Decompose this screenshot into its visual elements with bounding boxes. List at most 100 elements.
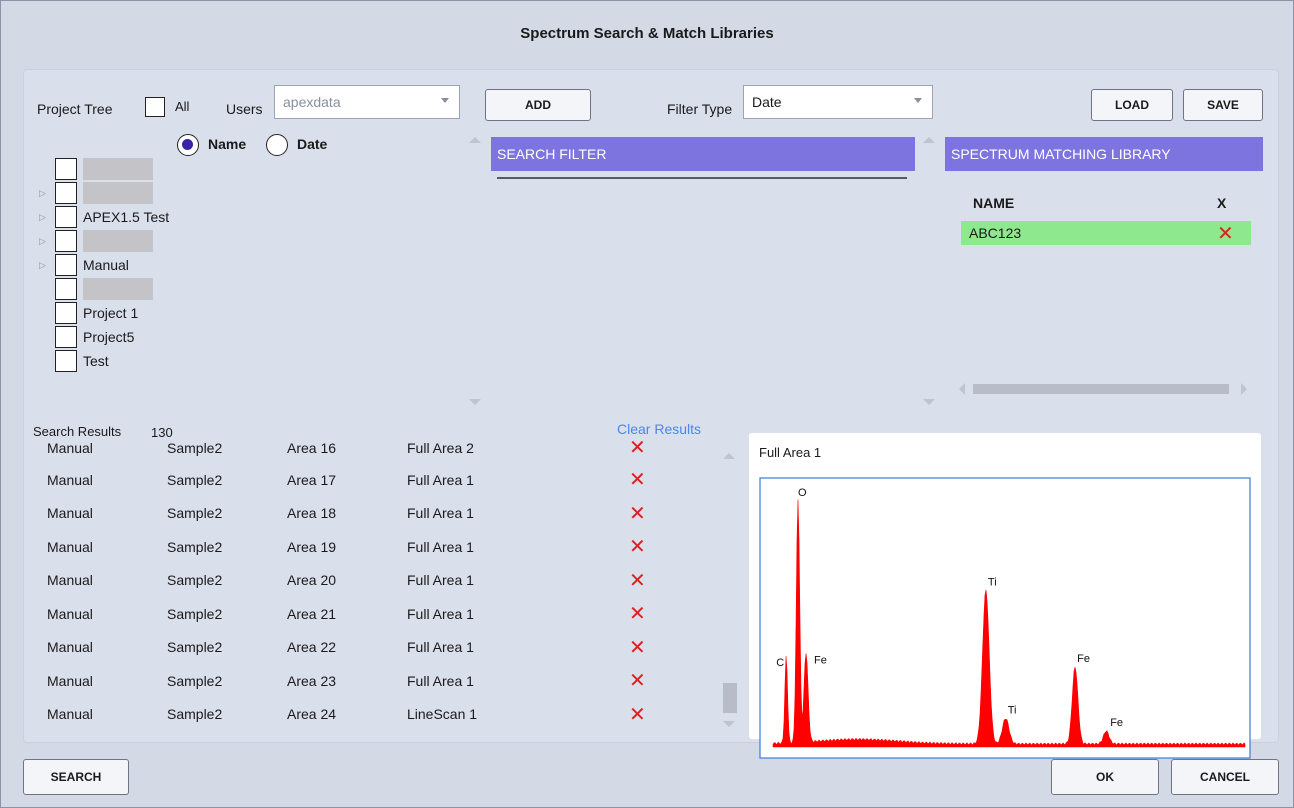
tree-item-checkbox[interactable] [55, 254, 77, 276]
results-row-partial[interactable]: Manual Sample2 Area 16 Full Area 2 ✕ [25, 441, 646, 464]
scroll-left-icon[interactable] [959, 383, 965, 395]
tree-item[interactable]: ▷ APEX1.5 Test [39, 205, 169, 229]
library-col-x: X [1217, 195, 1227, 211]
remove-icon[interactable]: ✕ [629, 568, 646, 593]
cell-field: Full Area 1 [407, 572, 474, 588]
expand-icon[interactable]: ▷ [39, 236, 55, 247]
cell-area: Area 22 [287, 639, 337, 655]
remove-icon[interactable]: ✕ [629, 668, 646, 693]
results-row[interactable]: Manual Sample2 Area 24 LineScan 1 ✕ [25, 698, 646, 731]
tree-item-checkbox[interactable] [55, 182, 77, 204]
scroll-right-icon[interactable] [1241, 383, 1247, 395]
filter-type-dropdown[interactable]: Date [743, 85, 933, 119]
users-value: apexdata [283, 94, 341, 110]
cell-project: Manual [47, 505, 93, 521]
search-filter-divider [497, 177, 907, 179]
cell-area: Area 16 [287, 441, 337, 456]
tree-scroll-down[interactable] [469, 399, 481, 405]
clear-results-link[interactable]: Clear Results [617, 421, 701, 437]
results-row[interactable]: Manual Sample2 Area 22 Full Area 1 ✕ [25, 631, 646, 664]
remove-icon[interactable]: ✕ [629, 702, 646, 727]
cell-area: Area 23 [287, 672, 337, 689]
remove-icon[interactable]: ✕ [629, 441, 646, 460]
tree-item[interactable]: Test [39, 349, 109, 373]
load-button[interactable]: LOAD [1091, 89, 1173, 121]
tree-item[interactable]: ▷ [39, 181, 153, 205]
search-button[interactable]: SEARCH [23, 759, 129, 795]
library-row[interactable]: ABC123 ✕ [961, 221, 1251, 245]
tree-item-checkbox[interactable] [55, 206, 77, 228]
all-checkbox[interactable] [145, 97, 165, 117]
peak-label: Fe [814, 654, 827, 666]
remove-icon[interactable]: ✕ [629, 534, 646, 559]
filter-scroll-up[interactable] [923, 137, 935, 143]
save-button[interactable]: SAVE [1183, 89, 1263, 121]
expand-icon[interactable]: ▷ [39, 260, 55, 271]
add-button[interactable]: ADD [485, 89, 591, 121]
tree-item-label: Manual [83, 257, 129, 273]
filter-type-value: Date [752, 94, 782, 110]
cell-area: Area 19 [287, 538, 337, 555]
tree-item-label: Project5 [83, 329, 135, 345]
tree-item-checkbox[interactable] [55, 326, 77, 348]
remove-icon[interactable]: ✕ [1217, 221, 1234, 246]
cell-sample: Sample2 [167, 538, 223, 555]
peak-label: Ti [988, 576, 997, 588]
results-row[interactable]: Manual Sample2 Area 18 Full Area 1 ✕ [25, 497, 646, 530]
results-row[interactable]: Manual Sample2 Area 19 Full Area 1 ✕ [25, 530, 646, 563]
search-results-label: Search Results [33, 424, 122, 439]
remove-icon[interactable]: ✕ [629, 635, 646, 660]
results-scroll-thumb[interactable] [723, 683, 737, 713]
library-header: SPECTRUM MATCHING LIBRARY [945, 137, 1263, 171]
cell-sample: Sample2 [167, 706, 223, 722]
sort-name-radio[interactable] [177, 134, 199, 156]
chart-title: Full Area 1 [759, 445, 822, 460]
remove-icon[interactable]: ✕ [629, 467, 646, 492]
cell-project: Manual [47, 605, 93, 622]
results-scroll-down[interactable] [723, 721, 735, 727]
plot-frame [759, 477, 1251, 759]
tree-item-checkbox[interactable] [55, 278, 77, 300]
sort-date-radio[interactable] [266, 134, 288, 156]
tree-item-checkbox[interactable] [55, 158, 77, 180]
tree-item[interactable]: ▷ [39, 229, 153, 253]
tree-item[interactable]: Project 1 [39, 301, 138, 325]
tree-item[interactable]: ▷ Manual [39, 253, 129, 277]
filter-scroll-down[interactable] [923, 399, 935, 405]
cell-field: LineScan 1 [407, 706, 478, 722]
tree-item-checkbox[interactable] [55, 350, 77, 372]
redacted-label [83, 182, 153, 204]
library-hscrollbar[interactable] [959, 383, 1249, 395]
dialog-title: Spectrum Search & Match Libraries [520, 25, 774, 42]
tree-item[interactable] [39, 277, 153, 301]
results-row[interactable]: Manual Sample2 Area 20 Full Area 1 ✕ [25, 564, 646, 597]
cell-field: Full Area 1 [407, 471, 474, 488]
results-row[interactable]: Manual Sample2 Area 21 Full Area 1 ✕ [25, 597, 646, 630]
filter-type-label: Filter Type [667, 101, 733, 117]
expand-icon[interactable]: ▷ [39, 188, 55, 199]
scroll-thumb[interactable] [973, 384, 1229, 394]
results-row[interactable]: Manual Sample2 Area 23 Full Area 1 ✕ [25, 664, 646, 697]
users-dropdown[interactable]: apexdata [274, 85, 460, 119]
cell-project: Manual [47, 706, 93, 722]
cell-area: Area 18 [287, 505, 337, 521]
cell-field: Full Area 2 [407, 441, 474, 456]
tree-item-checkbox[interactable] [55, 230, 77, 252]
cell-project: Manual [47, 471, 93, 488]
expand-icon[interactable]: ▷ [39, 212, 55, 223]
chevron-down-icon [914, 98, 922, 103]
chevron-down-icon [441, 98, 449, 103]
remove-icon[interactable]: ✕ [629, 601, 646, 626]
cell-area: Area 20 [287, 572, 337, 588]
remove-icon[interactable]: ✕ [629, 501, 646, 526]
tree-item-checkbox[interactable] [55, 302, 77, 324]
search-filter-header: SEARCH FILTER [491, 137, 915, 171]
ok-button[interactable]: OK [1051, 759, 1159, 795]
tree-scroll-up[interactable] [469, 137, 481, 143]
results-row[interactable]: Manual Sample2 Area 17 Full Area 1 ✕ [25, 463, 646, 496]
results-scroll-up[interactable] [723, 453, 735, 459]
tree-item[interactable]: Project5 [39, 325, 134, 349]
tree-item[interactable] [39, 157, 153, 181]
cell-sample: Sample2 [167, 441, 223, 456]
cancel-button[interactable]: CANCEL [1171, 759, 1279, 795]
